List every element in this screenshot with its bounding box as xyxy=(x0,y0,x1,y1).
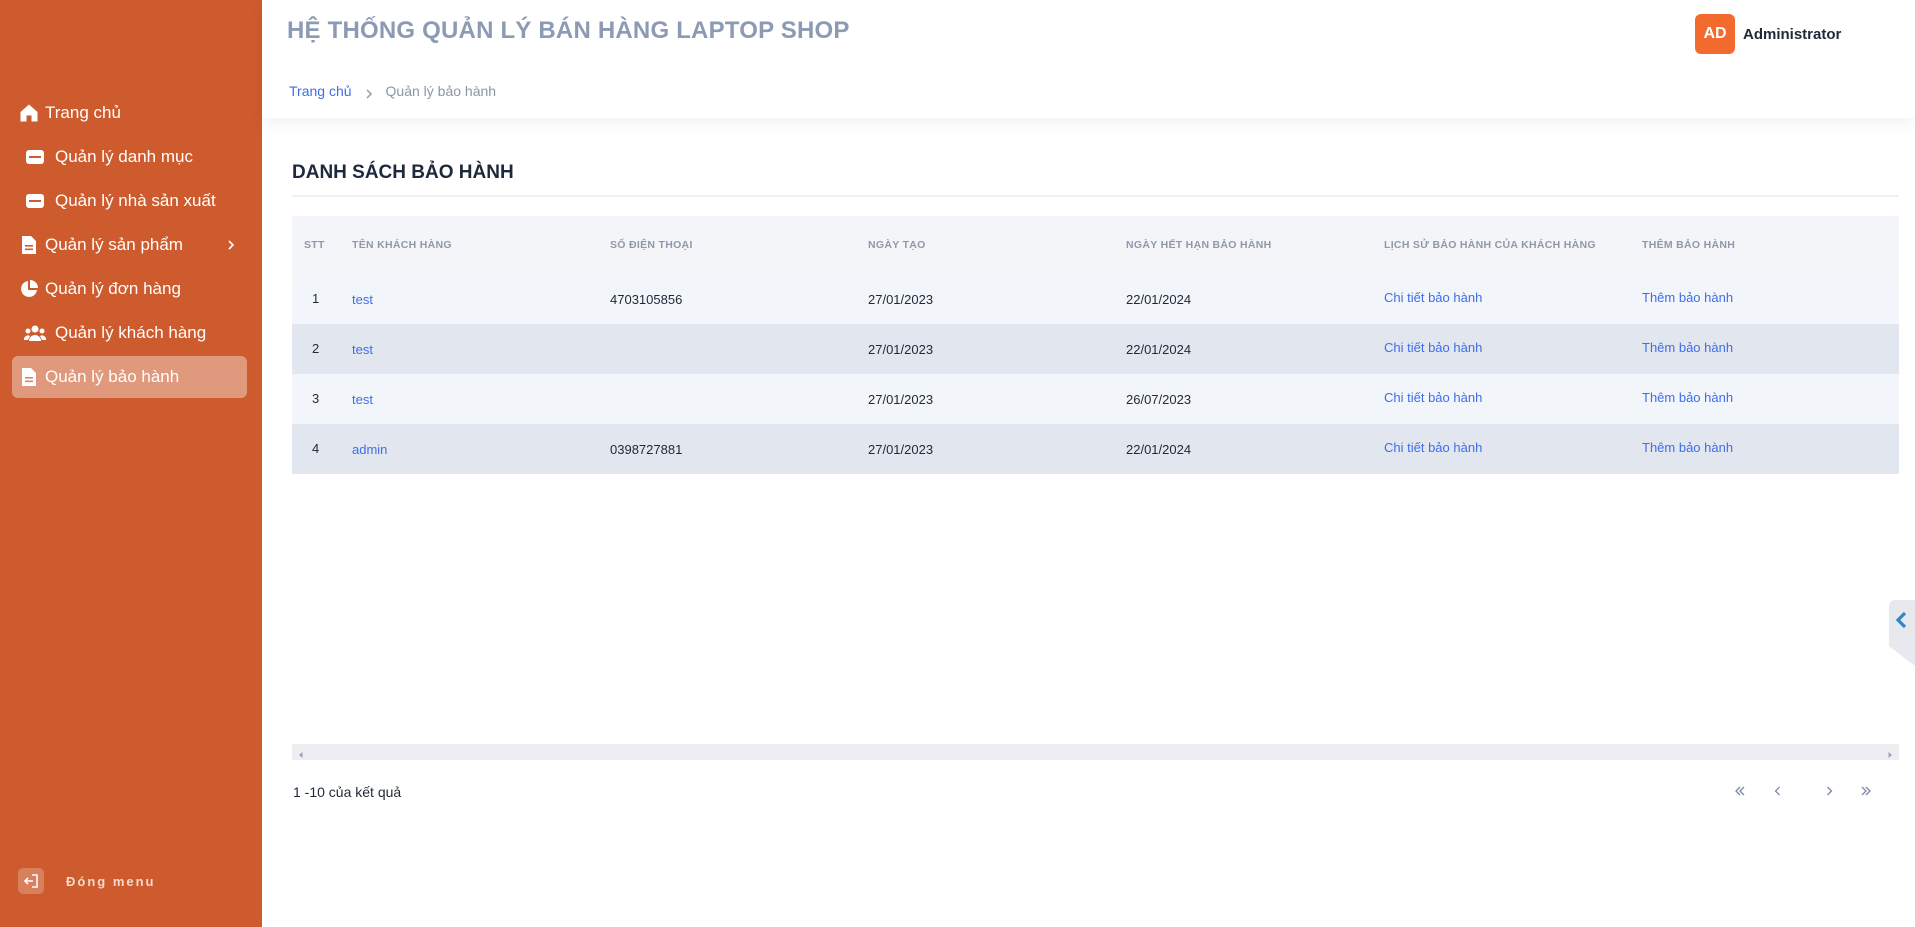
table-row: 1 test 4703105856 27/01/2023 22/01/2024 … xyxy=(292,274,1899,324)
scroll-right-arrow-icon[interactable] xyxy=(1885,747,1895,758)
warranty-detail-link[interactable]: Chi tiết bảo hành xyxy=(1384,440,1642,455)
avatar[interactable]: AD xyxy=(1695,14,1735,54)
sidebar: Trang chủ Quản lý danh mục Quản lý nhà s… xyxy=(0,0,262,927)
side-panel-toggle[interactable] xyxy=(1889,600,1915,666)
customer-name-link[interactable]: test xyxy=(352,292,610,307)
customer-name-link[interactable]: test xyxy=(352,392,610,407)
customer-name-link[interactable]: admin xyxy=(352,442,610,457)
sidebar-item-label: Quản lý sản phẩm xyxy=(45,235,183,254)
users-icon xyxy=(24,322,46,344)
home-icon xyxy=(18,102,40,124)
table-header: STT TÊN KHÁCH HÀNG SỐ ĐIỆN THOẠI NGÀY TẠ… xyxy=(292,216,1899,274)
pie-chart-icon xyxy=(18,278,40,300)
warranty-table: STT TÊN KHÁCH HÀNG SỐ ĐIỆN THOẠI NGÀY TẠ… xyxy=(292,216,1899,474)
column-header: TÊN KHÁCH HÀNG xyxy=(352,239,452,251)
chevron-right-icon[interactable] xyxy=(221,235,241,255)
breadcrumb: Trang chủ Quản lý bảo hành xyxy=(289,83,496,99)
user-name: Administrator xyxy=(1743,25,1842,43)
chevron-right-icon xyxy=(364,86,374,99)
customer-name-link[interactable]: test xyxy=(352,342,610,357)
table-row: 3 test 27/01/2023 26/07/2023 Chi tiết bả… xyxy=(292,374,1899,424)
warranty-detail-link[interactable]: Chi tiết bảo hành xyxy=(1384,340,1642,355)
breadcrumb-current: Quản lý bảo hành xyxy=(385,83,497,99)
scroll-left-arrow-icon[interactable] xyxy=(296,747,306,758)
folder-icon xyxy=(24,190,46,212)
pagination xyxy=(1730,780,1900,804)
cell-stt: 3 xyxy=(312,390,320,406)
horizontal-scrollbar[interactable] xyxy=(292,744,1899,760)
sidebar-item-categories[interactable]: Quản lý danh mục xyxy=(12,136,247,178)
warranty-detail-link[interactable]: Chi tiết bảo hành xyxy=(1384,390,1642,405)
breadcrumb-home-link[interactable]: Trang chủ xyxy=(289,83,352,99)
column-header: NGÀY TẠO xyxy=(868,239,926,251)
cell-phone: 4703105856 xyxy=(610,291,683,307)
cell-stt: 1 xyxy=(312,290,320,306)
cell-stt: 4 xyxy=(312,440,320,456)
sidebar-item-warranty[interactable]: Quản lý bảo hành xyxy=(12,356,247,398)
sidebar-item-orders[interactable]: Quản lý đơn hàng xyxy=(12,268,247,310)
sidebar-menu: Trang chủ Quản lý danh mục Quản lý nhà s… xyxy=(12,92,247,400)
cell-created: 27/01/2023 xyxy=(868,341,934,357)
sidebar-item-home[interactable]: Trang chủ xyxy=(12,92,247,134)
previous-page-icon[interactable] xyxy=(1768,780,1788,802)
cell-expires: 22/01/2024 xyxy=(1126,341,1192,357)
cell-created: 27/01/2023 xyxy=(868,391,934,407)
add-warranty-link[interactable]: Thêm bảo hành xyxy=(1642,440,1899,455)
column-header: LỊCH SỬ BẢO HÀNH CỦA KHÁCH HÀNG xyxy=(1384,239,1596,251)
sidebar-item-label: Quản lý danh mục xyxy=(55,147,193,166)
sidebar-item-label: Quản lý nhà sản xuất xyxy=(55,191,216,210)
user-menu[interactable]: AD Administrator xyxy=(1695,14,1841,54)
sidebar-item-label: Quản lý đơn hàng xyxy=(45,279,181,298)
table-row: 2 test 27/01/2023 22/01/2024 Chi tiết bả… xyxy=(292,324,1899,374)
add-warranty-link[interactable]: Thêm bảo hành xyxy=(1642,390,1899,405)
cell-expires: 22/01/2024 xyxy=(1126,441,1192,457)
cell-expires: 26/07/2023 xyxy=(1126,391,1192,407)
close-menu-button[interactable]: Đóng menu xyxy=(18,868,156,894)
page-title: HỆ THỐNG QUẢN LÝ BÁN HÀNG LAPTOP SHOP xyxy=(287,17,850,44)
next-page-icon[interactable] xyxy=(1819,780,1839,802)
folder-icon xyxy=(24,146,46,168)
document-icon xyxy=(18,366,40,388)
sidebar-item-manufacturers[interactable]: Quản lý nhà sản xuất xyxy=(12,180,247,222)
cell-phone: 0398727881 xyxy=(610,441,683,457)
cell-expires: 22/01/2024 xyxy=(1126,291,1192,307)
close-menu-label: Đóng menu xyxy=(66,873,156,889)
sidebar-item-customers[interactable]: Quản lý khách hàng xyxy=(12,312,247,354)
table-row: 4 admin 0398727881 27/01/2023 22/01/2024… xyxy=(292,424,1899,474)
sidebar-item-label: Trang chủ xyxy=(45,103,121,122)
divider xyxy=(292,195,1899,197)
document-icon xyxy=(18,234,40,256)
chevron-left-icon xyxy=(1894,611,1910,629)
header: HỆ THỐNG QUẢN LÝ BÁN HÀNG LAPTOP SHOP Tr… xyxy=(262,0,1915,118)
last-page-icon[interactable] xyxy=(1856,780,1876,802)
column-header: NGÀY HẾT HẠN BẢO HÀNH xyxy=(1126,239,1272,251)
sidebar-item-label: Quản lý khách hàng xyxy=(55,323,207,342)
results-summary: 1 -10 của kết quả xyxy=(293,784,402,800)
cell-created: 27/01/2023 xyxy=(868,291,934,307)
add-warranty-link[interactable]: Thêm bảo hành xyxy=(1642,290,1899,305)
column-header: SỐ ĐIỆN THOẠI xyxy=(610,239,693,251)
add-warranty-link[interactable]: Thêm bảo hành xyxy=(1642,340,1899,355)
sidebar-item-label: Quản lý bảo hành xyxy=(45,367,180,386)
cell-stt: 2 xyxy=(312,340,320,356)
sidebar-item-products[interactable]: Quản lý sản phẩm xyxy=(12,224,247,266)
first-page-icon[interactable] xyxy=(1730,780,1750,802)
cell-created: 27/01/2023 xyxy=(868,441,934,457)
logout-icon xyxy=(18,868,44,894)
section-title: DANH SÁCH BẢO HÀNH xyxy=(292,162,514,183)
column-header: STT xyxy=(304,239,325,251)
warranty-detail-link[interactable]: Chi tiết bảo hành xyxy=(1384,290,1642,305)
column-header: THÊM BẢO HÀNH xyxy=(1642,239,1736,251)
